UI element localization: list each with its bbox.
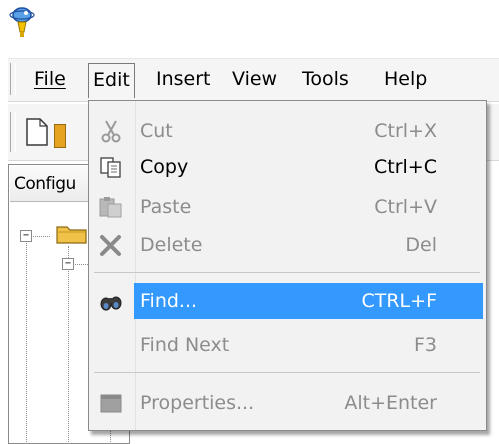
- properties-icon: [100, 394, 122, 413]
- menu-item-shortcut: Ctrl+V: [374, 196, 437, 218]
- menu-item-copy[interactable]: Copy Ctrl+C: [90, 148, 485, 186]
- menu-item-label: Copy: [140, 156, 189, 178]
- menu-item-label: Find...: [140, 290, 198, 312]
- tree-line: [68, 246, 69, 442]
- scissors-icon: [101, 120, 121, 143]
- menu-item-label: Properties...: [140, 392, 255, 414]
- tree-line: [26, 236, 27, 442]
- delete-icon: [100, 235, 121, 256]
- paste-icon: [99, 197, 122, 218]
- menu-item-label: Delete: [140, 234, 203, 256]
- menu-item-shortcut: Ctrl+C: [374, 156, 437, 178]
- menu-item-shortcut: Del: [405, 234, 437, 256]
- menu-separator: [94, 372, 480, 373]
- menu-bar: File Edit Insert View Tools Help: [8, 58, 499, 102]
- menu-file[interactable]: File: [30, 63, 70, 95]
- menu-item-shortcut: Ctrl+X: [374, 120, 437, 142]
- menu-item-delete[interactable]: Delete Del: [90, 226, 485, 264]
- menu-item-shortcut: Alt+Enter: [344, 392, 437, 414]
- binoculars-icon: [100, 296, 122, 311]
- menu-item-shortcut: F3: [413, 334, 437, 356]
- menu-help[interactable]: Help: [380, 63, 431, 95]
- menu-item-paste[interactable]: Paste Ctrl+V: [90, 188, 485, 226]
- menu-insert[interactable]: Insert: [152, 63, 215, 95]
- menu-item-properties[interactable]: Properties... Alt+Enter: [90, 384, 485, 422]
- menu-item-find[interactable]: Find... CTRL+F: [90, 282, 485, 320]
- menu-separator: [94, 272, 480, 273]
- tree-collapse-icon[interactable]: −: [20, 230, 32, 242]
- menu-tools[interactable]: Tools: [298, 63, 353, 95]
- folder-icon: [56, 226, 87, 244]
- toolbar-grip[interactable]: [10, 112, 16, 152]
- menu-item-find-next[interactable]: Find Next F3: [90, 326, 485, 364]
- menu-item-label: Paste: [140, 196, 192, 218]
- copy-icon: [100, 157, 121, 178]
- menu-edit[interactable]: Edit: [88, 63, 135, 98]
- menu-item-shortcut: CTRL+F: [361, 290, 437, 312]
- menu-item-label: Cut: [140, 120, 173, 142]
- menu-item-label: Find Next: [140, 334, 230, 356]
- new-document-icon[interactable]: [26, 118, 48, 146]
- menubar-grip[interactable]: [10, 63, 16, 95]
- app-logo-icon: [9, 7, 35, 37]
- menu-item-cut[interactable]: Cut Ctrl+X: [90, 112, 485, 150]
- menu-view[interactable]: View: [228, 63, 281, 95]
- tree-collapse-icon[interactable]: −: [62, 258, 74, 270]
- open-folder-icon[interactable]: [54, 124, 66, 148]
